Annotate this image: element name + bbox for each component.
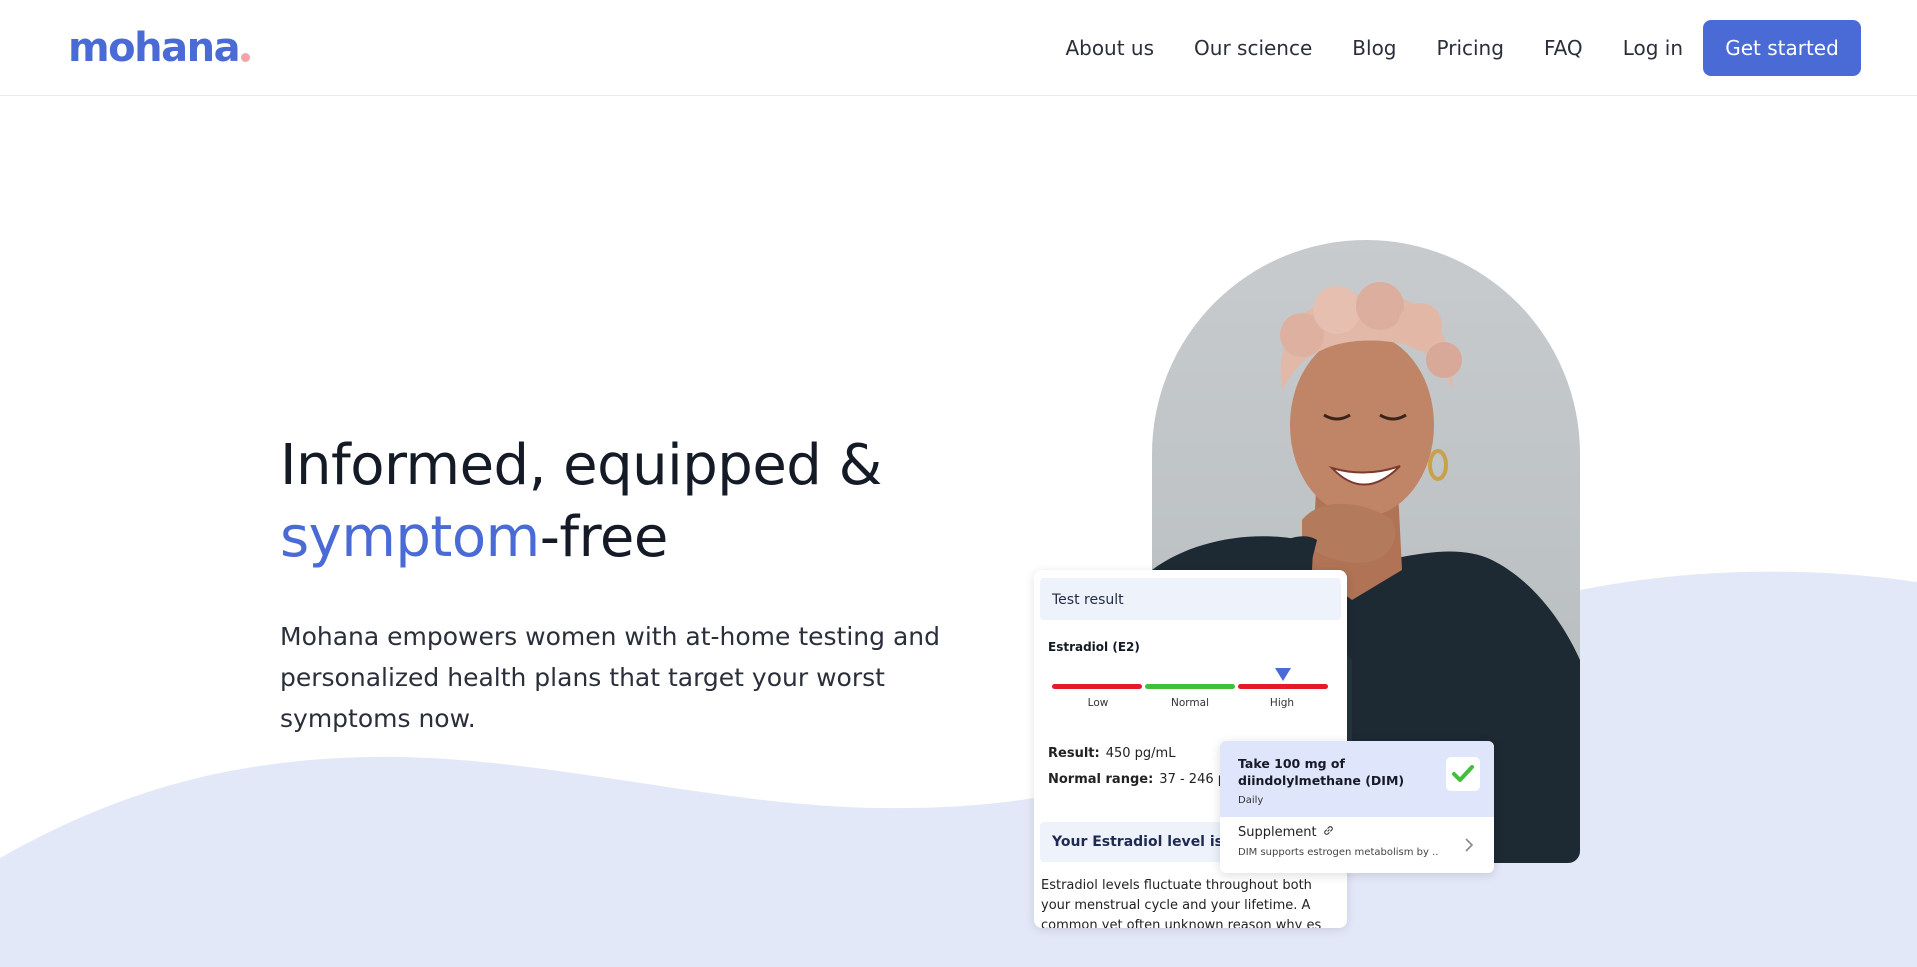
headline-line1: Informed, equipped & — [280, 433, 882, 498]
site-header: mohana About us Our science Blog Pricing… — [0, 0, 1917, 96]
normal-range-label: Normal range: — [1048, 772, 1154, 787]
plan-item: Take 100 mg of diindolylmethane (DIM) Da… — [1220, 741, 1494, 817]
plan-title: Take 100 mg of diindolylmethane (DIM) — [1238, 756, 1405, 788]
logo-wordmark: mohana — [68, 25, 241, 71]
range-bar-high — [1238, 684, 1328, 689]
nav-our-science[interactable]: Our science — [1194, 36, 1312, 60]
test-result-header: Test result — [1040, 578, 1341, 620]
result-explanation: Estradiol levels fluctuate throughout bo… — [1041, 878, 1322, 928]
nav-faq[interactable]: FAQ — [1544, 36, 1583, 60]
get-started-button[interactable]: Get started — [1703, 20, 1861, 76]
check-icon[interactable] — [1446, 757, 1480, 791]
hero-section: Informed, equipped & symptom-free Mohana… — [280, 430, 1000, 739]
health-plan-card[interactable]: Take 100 mg of diindolylmethane (DIM) Da… — [1220, 741, 1494, 873]
range-indicator: Low Normal High — [1052, 668, 1328, 709]
plan-frequency: Daily — [1238, 795, 1264, 806]
hero-subtext: Mohana empowers women with at-home testi… — [280, 622, 940, 733]
range-bar-normal — [1145, 684, 1235, 689]
hormone-name: Estradiol (E2) — [1048, 640, 1140, 654]
headline-accent-word: symptom — [280, 505, 540, 570]
headline-rest: -free — [539, 505, 669, 570]
range-label-normal: Normal — [1171, 697, 1209, 709]
range-bar-low — [1052, 684, 1142, 689]
nav-pricing[interactable]: Pricing — [1437, 36, 1504, 60]
link-icon — [1323, 825, 1334, 840]
logo-dot — [241, 53, 251, 62]
plan-details[interactable]: Supplement DIM supports estrogen metabol… — [1220, 817, 1494, 866]
result-row: Result: 450 pg/mL — [1048, 746, 1175, 761]
result-marker-icon — [1275, 668, 1291, 681]
range-label-high: High — [1269, 697, 1295, 709]
main-nav: About us Our science Blog Pricing FAQ Lo… — [1065, 20, 1861, 76]
hero-headline: Informed, equipped & symptom-free — [280, 430, 1000, 574]
logo[interactable]: mohana — [68, 25, 251, 71]
chevron-right-icon[interactable] — [1464, 837, 1474, 857]
nav-about-us[interactable]: About us — [1065, 36, 1154, 60]
normal-range-row: Normal range: 37 - 246 pg — [1048, 772, 1234, 787]
nav-log-in[interactable]: Log in — [1623, 36, 1683, 60]
nav-blog[interactable]: Blog — [1352, 36, 1396, 60]
range-label-low: Low — [1087, 697, 1109, 709]
result-value: 450 pg/mL — [1105, 746, 1176, 761]
plan-category: Supplement — [1238, 825, 1317, 840]
result-label: Result: — [1048, 746, 1100, 761]
plan-description: DIM supports estrogen metabolism by ... — [1238, 847, 1438, 858]
